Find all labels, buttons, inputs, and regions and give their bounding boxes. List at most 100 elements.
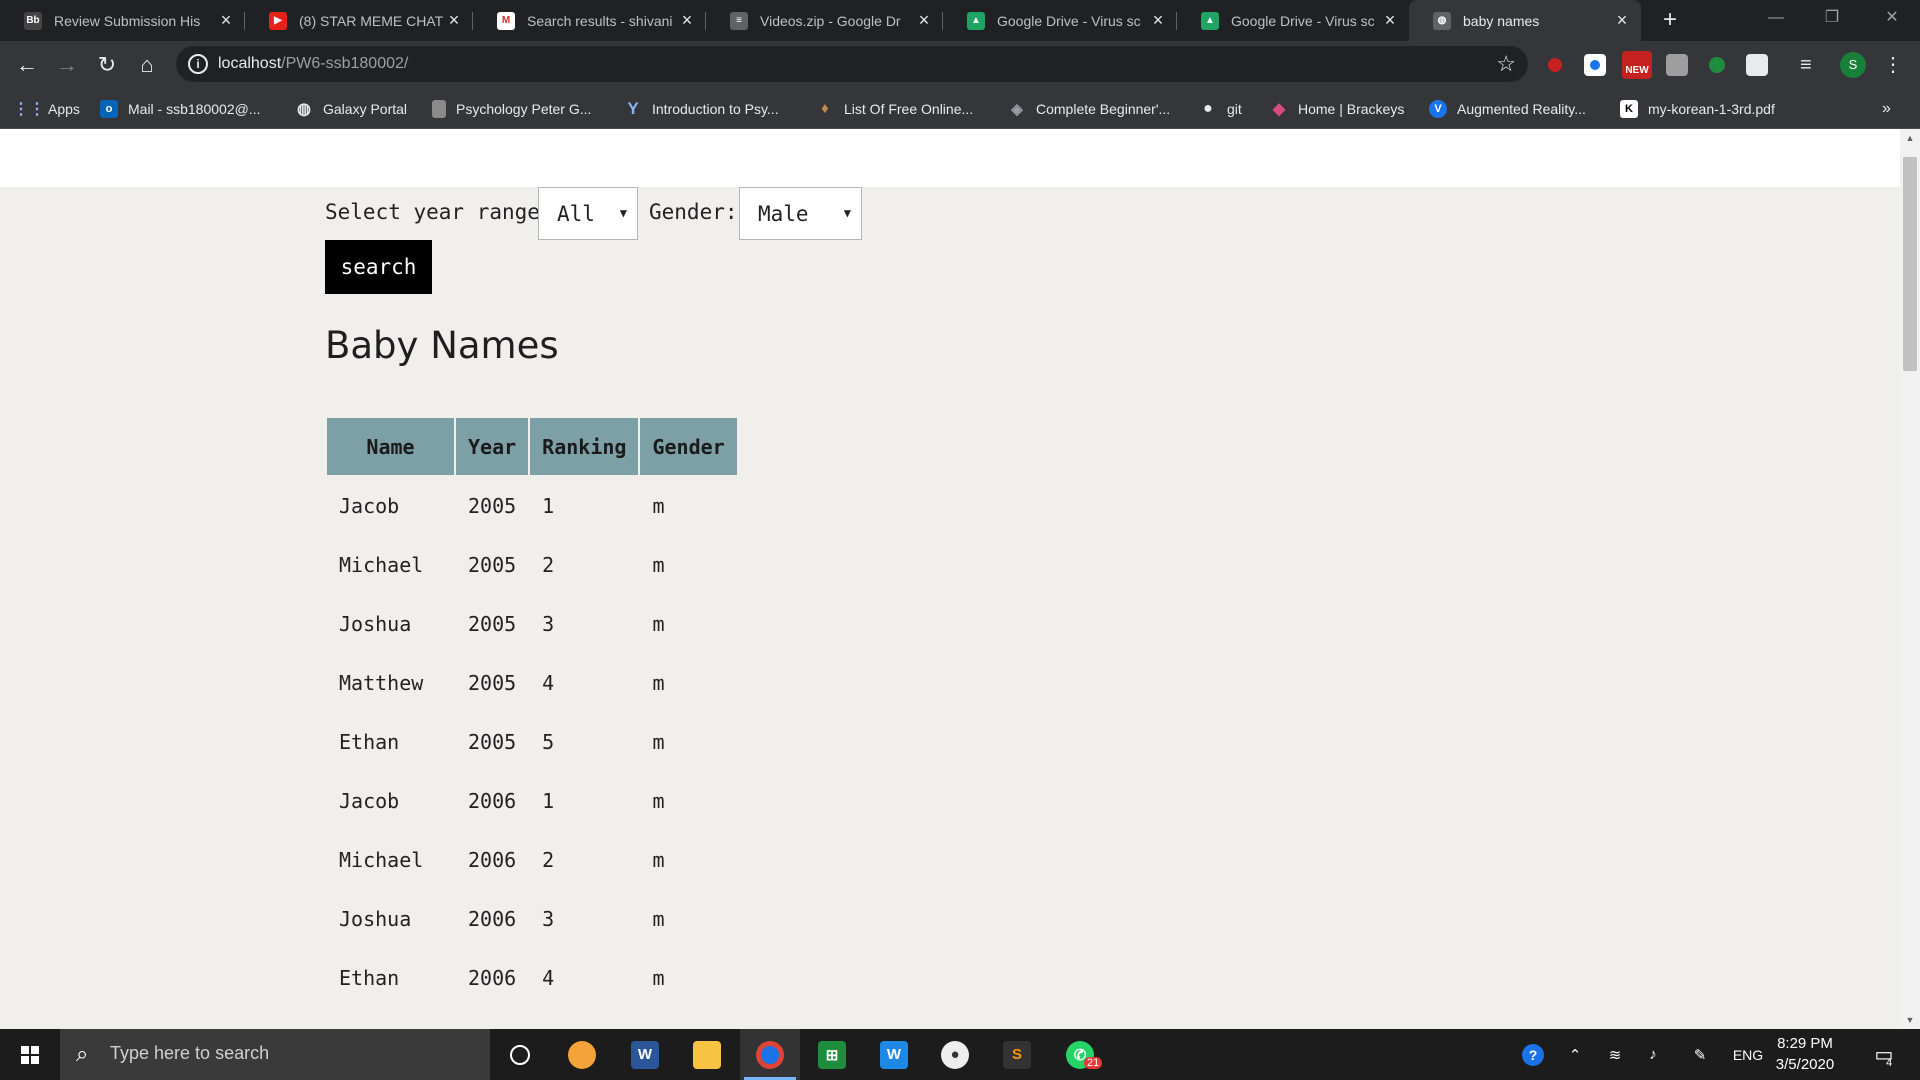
bookmark-augmented-reality[interactable]: V Augmented Reality...: [1429, 88, 1586, 129]
cell-gender: m: [652, 965, 665, 990]
clock[interactable]: 8:29 PM 3/5/2020: [1760, 1033, 1850, 1075]
close-icon[interactable]: ×: [443, 10, 465, 31]
forward-button[interactable]: →: [51, 49, 83, 81]
tab-gmail[interactable]: M Search results - shivani ×: [473, 0, 706, 41]
bookmark-apps[interactable]: ⋮⋮ Apps: [13, 88, 80, 129]
green-app-icon: ⊞: [818, 1040, 846, 1069]
extension-green-icon[interactable]: [1706, 54, 1728, 76]
cortana-button[interactable]: [490, 1029, 550, 1080]
action-center-button[interactable]: ▭ 4: [1864, 1029, 1904, 1080]
year-range-value: All: [557, 202, 595, 226]
scroll-up-arrow-icon[interactable]: ▲: [1900, 133, 1920, 143]
info-icon[interactable]: i: [188, 54, 208, 74]
gender-select[interactable]: Male ▼: [739, 187, 862, 240]
cell-year: 2005: [468, 611, 517, 636]
table-row: Ethan 2005 5 m: [327, 713, 737, 770]
column-header-ranking: Ranking: [530, 418, 639, 475]
wifi-icon[interactable]: ≋: [1600, 1029, 1630, 1080]
address-bar[interactable]: i localhost/PW6-ssb180002/ ☆: [176, 46, 1528, 82]
cell-ranking: 1: [542, 788, 555, 813]
extension-screenshot-icon[interactable]: [1584, 54, 1606, 76]
media-control-icon[interactable]: ≡: [1800, 54, 1822, 76]
page-viewport: Select year range: All ▼ Gender: Male ▼ …: [0, 129, 1900, 1029]
close-icon[interactable]: ×: [1379, 10, 1401, 31]
extension-new-icon[interactable]: NEW: [1622, 51, 1652, 79]
tab-google-drive-1[interactable]: ▲ Google Drive - Virus sc ×: [943, 0, 1177, 41]
bookmark-free-online[interactable]: ♦ List Of Free Online...: [816, 88, 973, 129]
cell-name: Jacob: [339, 788, 400, 813]
menu-kebab-icon[interactable]: ⋮: [1882, 54, 1904, 76]
browser-toolbar: ← → ↻ ⌂ i localhost/PW6-ssb180002/ ☆ NEW…: [0, 41, 1920, 88]
tab-google-drive-2[interactable]: ▲ Google Drive - Virus sc ×: [1177, 0, 1409, 41]
tab-baby-names[interactable]: ◍ baby names ×: [1409, 0, 1641, 41]
restore-button[interactable]: ❐: [1804, 0, 1860, 41]
bookmark-mail[interactable]: o Mail - ssb180002@...: [100, 88, 261, 129]
bookmark-label: Augmented Reality...: [1457, 100, 1586, 117]
search-button[interactable]: search: [325, 240, 432, 294]
taskbar-github-desktop[interactable]: ●: [925, 1029, 985, 1080]
close-icon[interactable]: ×: [215, 10, 237, 31]
home-button[interactable]: ⌂: [131, 49, 163, 81]
extension-record-icon[interactable]: [1544, 54, 1566, 76]
cell-name: Joshua: [339, 611, 412, 636]
table-row: Jacob 2006 1 m: [327, 772, 737, 829]
bookmark-intro-psy[interactable]: Y Introduction to Psy...: [624, 88, 778, 129]
more-bookmarks-button[interactable]: »: [1882, 88, 1891, 129]
taskbar-app-w[interactable]: W: [864, 1029, 924, 1080]
close-window-button[interactable]: ✕: [1864, 0, 1920, 41]
taskbar-file-explorer[interactable]: [677, 1029, 737, 1080]
extension-gray-icon[interactable]: [1666, 54, 1688, 76]
table-header-row: Name Year Ranking Gender: [327, 418, 737, 475]
extension-white-icon[interactable]: [1746, 54, 1768, 76]
baby-names-table: Name Year Ranking Gender Jacob 2005 1 m Mich…: [325, 416, 739, 1008]
bookmark-star-icon[interactable]: ☆: [1496, 51, 1516, 77]
tab-review-submission[interactable]: Bb Review Submission His ×: [0, 0, 245, 41]
new-tab-button[interactable]: +: [1656, 6, 1684, 34]
word-icon: W: [631, 1040, 659, 1069]
taskbar-app-orb[interactable]: [552, 1029, 612, 1080]
tab-title: Google Drive - Virus sc: [1231, 12, 1375, 29]
minimize-button[interactable]: —: [1748, 0, 1804, 41]
profile-avatar[interactable]: S: [1840, 52, 1866, 78]
tab-videos-zip[interactable]: ≡ Videos.zip - Google Dr ×: [706, 0, 943, 41]
tab-youtube[interactable]: ▶ (8) STAR MEME CHAT( ×: [245, 0, 473, 41]
tray-help-icon[interactable]: ?: [1516, 1029, 1550, 1080]
tray-overflow-icon[interactable]: ⌃: [1560, 1029, 1590, 1080]
reload-button[interactable]: ↻: [91, 49, 123, 81]
page-scrollbar[interactable]: ▲ ▼: [1900, 129, 1920, 1029]
taskbar-chrome[interactable]: [740, 1029, 800, 1080]
back-button[interactable]: ←: [11, 49, 43, 81]
close-icon[interactable]: ×: [913, 10, 935, 31]
globe-icon: ◍: [1433, 11, 1451, 30]
bookmark-galaxy-portal[interactable]: ◍ Galaxy Portal: [295, 88, 407, 129]
bookmark-complete-beginner[interactable]: ◈ Complete Beginner'...: [1008, 88, 1170, 129]
taskbar-app-green[interactable]: ⊞: [802, 1029, 862, 1080]
url-host: localhost: [218, 55, 282, 72]
url-text[interactable]: localhost/PW6-ssb180002/: [218, 55, 408, 73]
taskbar-search-placeholder: Type here to search: [110, 1043, 270, 1063]
start-button[interactable]: [0, 1029, 60, 1080]
year-range-select[interactable]: All ▼: [538, 187, 638, 240]
pen-icon[interactable]: ✎: [1683, 1029, 1717, 1080]
close-icon[interactable]: ×: [676, 10, 698, 31]
taskbar-word[interactable]: W: [615, 1029, 675, 1080]
taskbar-sublime[interactable]: S: [987, 1029, 1047, 1080]
bookmark-git[interactable]: ● git: [1199, 88, 1242, 129]
bookmark-psychology[interactable]: Psychology Peter G...: [432, 88, 591, 129]
volume-icon[interactable]: ♪: [1638, 1029, 1668, 1080]
bookmark-korean-pdf[interactable]: K my-korean-1-3rd.pdf: [1620, 88, 1775, 129]
windows-logo-icon: [21, 1046, 39, 1064]
help-icon: ?: [1522, 1043, 1544, 1066]
scroll-down-arrow-icon[interactable]: ▼: [1900, 1015, 1920, 1025]
bookmark-brackeys[interactable]: ◆ Home | Brackeys: [1270, 88, 1405, 129]
cell-year: 2006: [468, 847, 517, 872]
tab-title: Videos.zip - Google Dr: [760, 12, 901, 29]
close-icon[interactable]: ×: [1611, 10, 1633, 31]
scrollbar-thumb[interactable]: [1903, 157, 1917, 371]
close-icon[interactable]: ×: [1147, 10, 1169, 31]
taskbar-search-box[interactable]: ⌕ Type here to search: [60, 1029, 490, 1080]
bookmark-label: my-korean-1-3rd.pdf: [1648, 100, 1775, 117]
cortana-icon: [510, 1044, 530, 1065]
cell-ranking: 1: [542, 493, 555, 518]
taskbar-whatsapp[interactable]: ✆ 21: [1050, 1029, 1110, 1080]
